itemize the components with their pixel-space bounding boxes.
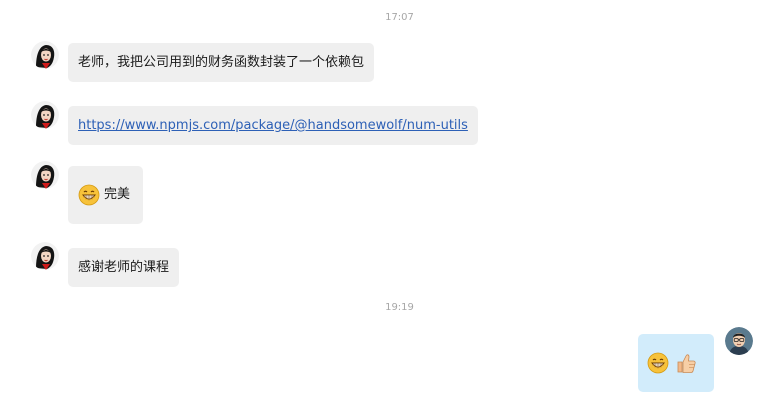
thumbs-up-icon bbox=[677, 353, 696, 373]
my-avatar-icon bbox=[725, 327, 753, 355]
timestamp: 19:19 bbox=[385, 302, 414, 313]
my-avatar[interactable] bbox=[725, 327, 753, 355]
message-bubble[interactable]: 完美 bbox=[68, 166, 143, 224]
message-text: 老师，我把公司用到的财务函数封装了一个依赖包 bbox=[78, 55, 365, 70]
message-text: 完美 bbox=[104, 187, 131, 202]
teacher-avatar-icon bbox=[31, 161, 59, 189]
teacher-avatar-icon bbox=[31, 41, 59, 69]
teacher-avatar[interactable] bbox=[31, 41, 59, 69]
teacher-avatar-icon bbox=[31, 242, 59, 270]
timestamp: 17:07 bbox=[385, 12, 414, 23]
teacher-avatar-icon bbox=[31, 101, 59, 129]
message-bubble[interactable]: 老师，我把公司用到的财务函数封装了一个依赖包 bbox=[68, 43, 375, 82]
teacher-avatar[interactable] bbox=[31, 101, 59, 129]
message-text: 感谢老师的课程 bbox=[78, 260, 170, 275]
chat-window: 17:07 老师，我把公司用到的财务函数封装了一个依赖包 https://www… bbox=[0, 0, 759, 400]
message-bubble[interactable]: 感谢老师的课程 bbox=[68, 248, 180, 287]
message-bubble[interactable]: https://www.npmjs.com/package/@handsomew… bbox=[68, 106, 478, 145]
grinning-face-icon bbox=[647, 352, 669, 373]
grinning-face-icon bbox=[78, 184, 100, 206]
package-link[interactable]: https://www.npmjs.com/package/@handsomew… bbox=[78, 118, 468, 133]
teacher-avatar[interactable] bbox=[31, 161, 59, 189]
my-message-bubble[interactable] bbox=[638, 334, 714, 392]
teacher-avatar[interactable] bbox=[31, 242, 59, 270]
